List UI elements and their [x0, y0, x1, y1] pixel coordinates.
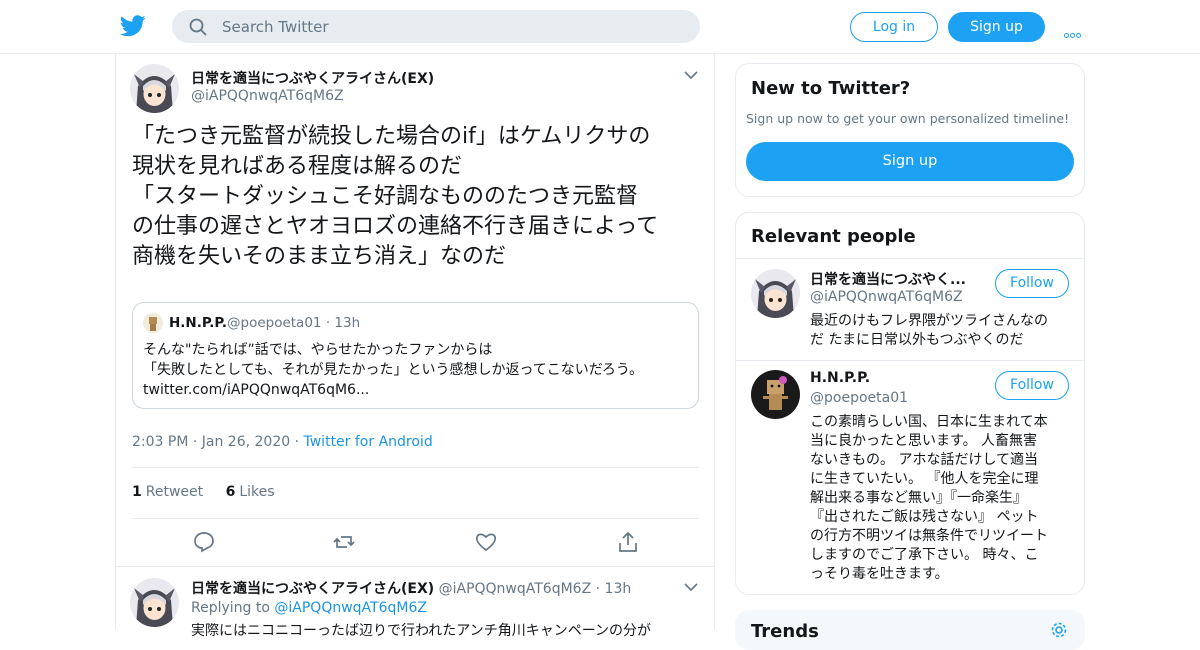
like-count: 6: [225, 484, 236, 500]
share-icon[interactable]: [616, 530, 640, 554]
tweet-text: 「たつき元監督が続投した場合のif」はケムリクサの 現状を見ればある程度は解るの…: [132, 124, 659, 269]
person-handle[interactable]: @iAPQQnwqAT6qM6Z: [810, 289, 963, 305]
divider: [116, 566, 714, 567]
replying-label: Replying to: [191, 600, 270, 616]
search-input[interactable]: [222, 10, 682, 43]
follow-button[interactable]: Follow: [995, 269, 1069, 298]
divider: [132, 518, 699, 519]
retweet-icon[interactable]: [332, 530, 356, 554]
search-icon: [189, 18, 207, 36]
replying-to: Replying to @iAPQQnwqAT6qM6Z: [191, 600, 427, 616]
replying-to-link[interactable]: @iAPQQnwqAT6qM6Z: [274, 600, 427, 616]
retweet-count: 1: [132, 484, 142, 500]
person-avatar[interactable]: [751, 269, 800, 318]
divider: [736, 258, 1084, 259]
gear-icon[interactable]: [1050, 621, 1068, 639]
like-stat[interactable]: 6 Likes: [226, 484, 275, 500]
login-button[interactable]: Log in: [850, 12, 938, 42]
twitter-bird-icon[interactable]: [120, 14, 146, 38]
quote-text: そんな"たらればˮ話では、やらせたかったファンからは 「失敗したとしても、それが…: [143, 342, 644, 398]
person-bio: 最近のけもフレ界隈がツライさんなの だ たまに日常以外もつぶやくのだ: [810, 313, 1048, 348]
quote-avatar: [143, 313, 163, 333]
person-handle[interactable]: @poepoeta01: [810, 390, 908, 406]
signup-button[interactable]: Sign up: [948, 12, 1045, 42]
new-to-twitter-title: New to Twitter?: [751, 78, 911, 99]
tweet-source-link[interactable]: Twitter for Android: [304, 434, 433, 450]
person-bio: この素晴らしい国、日本に生まれて本 当に良かったと思います。 人畜無害 ないきも…: [810, 414, 1048, 582]
tweet-stats: 1 Retweet 6 Likes: [132, 484, 275, 500]
reply-header: 日常を適当につぶやくアライさん(EX) @iAPQQnwqAT6qM6Z · 1…: [191, 578, 631, 598]
retweet-label: Retweet: [145, 484, 204, 500]
reply-icon[interactable]: [192, 530, 216, 554]
person-name[interactable]: H.N.P.P.: [810, 370, 870, 386]
tweet-detail: 日常を適当につぶやくアライさん(EX) @iAPQQnwqAT6qM6Z 「たつ…: [115, 54, 715, 639]
relevant-people-title: Relevant people: [751, 226, 916, 247]
reply-author-handle[interactable]: @iAPQQnwqAT6qM6Z: [439, 581, 592, 597]
reply-author-name[interactable]: 日常を適当につぶやくアライさん(EX): [191, 581, 434, 597]
reply-text: 実際にはニコニコーったば辺りで行われたアンチ角川キャンペーンの分が: [191, 623, 652, 639]
avatar[interactable]: [130, 64, 179, 113]
more-dots-icon[interactable]: [1064, 23, 1086, 38]
quote-handle-text: @poepoeta01: [227, 315, 322, 331]
tweet-actions: [132, 530, 699, 554]
new-to-twitter-card: New to Twitter? Sign up now to get your …: [735, 63, 1085, 197]
quote-author-name: H.N.P.P.: [169, 315, 227, 331]
quoted-tweet[interactable]: H.N.P.P. @poepoeta01 · 13h そんな"たらればˮ話では、…: [132, 302, 699, 409]
search-box[interactable]: [172, 10, 700, 43]
person-avatar[interactable]: [751, 370, 800, 419]
divider: [132, 467, 699, 468]
reply-time[interactable]: · 13h: [596, 581, 632, 597]
quote-author-handle: @poepoeta01 · 13h: [227, 315, 360, 331]
like-label: Likes: [239, 484, 275, 500]
quote-time: · 13h: [325, 315, 361, 331]
trends-card: Trends: [735, 610, 1085, 650]
relevant-people-card: Relevant people 日常を適当につぶやく... @iAPQQnwqA…: [735, 212, 1085, 595]
tweet-meta: 2:03 PM · Jan 26, 2020 · Twitter for And…: [132, 434, 433, 450]
trends-title: Trends: [751, 621, 819, 642]
author-handle[interactable]: @iAPQQnwqAT6qM6Z: [191, 88, 344, 104]
divider: [736, 360, 1084, 361]
new-to-twitter-subtitle: Sign up now to get your own personalized…: [746, 111, 1070, 126]
reply-avatar[interactable]: [130, 578, 179, 627]
top-bar: Log in Sign up: [0, 0, 1200, 54]
sidebar-signup-button[interactable]: Sign up: [746, 142, 1074, 181]
retweet-stat[interactable]: 1 Retweet: [132, 484, 203, 500]
follow-button[interactable]: Follow: [995, 371, 1069, 400]
author-name[interactable]: 日常を適当につぶやくアライさん(EX): [191, 68, 434, 88]
chevron-down-icon[interactable]: [684, 582, 698, 592]
tweet-time: 2:03 PM · Jan 26, 2020 ·: [132, 434, 304, 450]
heart-icon[interactable]: [474, 530, 498, 554]
person-name[interactable]: 日常を適当につぶやく...: [810, 269, 966, 289]
chevron-down-icon[interactable]: [684, 70, 698, 80]
